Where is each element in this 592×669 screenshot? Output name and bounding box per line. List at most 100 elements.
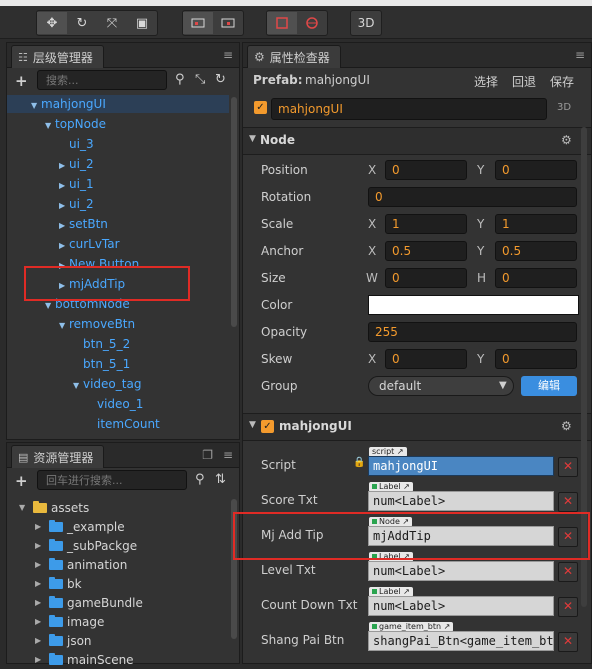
hierarchy-node-item[interactable]: ▼ mahjongUI xyxy=(7,95,229,113)
expand-triangle-icon[interactable]: ▼ xyxy=(45,117,55,135)
asset-folder-item[interactable]: ▶ image xyxy=(35,613,104,631)
hierarchy-node-item[interactable]: ▶ setBtn xyxy=(59,215,108,233)
collapse-triangle-icon[interactable]: ▶ xyxy=(59,237,69,255)
hierarchy-search-input[interactable]: 搜索... xyxy=(37,70,167,90)
expand-triangle-icon[interactable]: ▼ xyxy=(73,377,83,395)
node-section-header[interactable]: ▼ Node ⚙ xyxy=(243,127,591,155)
hierarchy-node-item[interactable]: ▼ topNode xyxy=(45,115,106,133)
search-icon[interactable]: ⚲ xyxy=(195,472,205,487)
inspector-tab[interactable]: ⚙ 属性检查器 xyxy=(247,45,341,68)
frame-icon[interactable] xyxy=(267,12,297,34)
rect-tool-icon[interactable]: ▣ xyxy=(127,12,157,34)
hierarchy-node-item[interactable]: ▼ removeBtn xyxy=(59,315,135,333)
skew-x-field[interactable]: 0 xyxy=(385,349,467,369)
assets-menu-icon[interactable]: ≡ xyxy=(223,448,233,462)
collapse-triangle-icon[interactable]: ▶ xyxy=(35,632,45,650)
component-section-header[interactable]: ▼ ✓ mahjongUI ⚙ xyxy=(243,413,591,441)
hierarchy-node-item[interactable]: ▶ ui_2 xyxy=(59,155,94,173)
score-txt-clear-icon[interactable]: ✕ xyxy=(558,492,578,512)
hierarchy-menu-icon[interactable]: ≡ xyxy=(223,48,233,62)
node-settings-gear-icon[interactable]: ⚙ xyxy=(561,133,572,147)
hierarchy-node-item[interactable]: ▶ ui_2 xyxy=(59,195,94,213)
move-tool-icon[interactable]: ✥ xyxy=(37,12,67,34)
asset-folder-item[interactable]: ▶ _subPackge xyxy=(35,537,137,555)
hierarchy-node-item[interactable]: video_1 xyxy=(87,395,143,413)
component-enabled-checkbox[interactable]: ✓ xyxy=(261,420,274,433)
hierarchy-node-item[interactable]: itemCount xyxy=(87,415,160,433)
skew-y-field[interactable]: 0 xyxy=(495,349,577,369)
scale-x-field[interactable]: 1 xyxy=(385,214,467,234)
assets-popout-icon[interactable]: ❐ xyxy=(202,448,213,462)
component-settings-gear-icon[interactable]: ⚙ xyxy=(561,419,572,433)
level-txt-field[interactable]: num<Label> xyxy=(368,561,554,581)
collapse-triangle-icon[interactable]: ▶ xyxy=(35,594,45,612)
color-swatch[interactable] xyxy=(368,295,579,315)
size-w-field[interactable]: 0 xyxy=(385,268,467,288)
hierarchy-node-item[interactable]: ▶ ui_1 xyxy=(59,175,94,193)
asset-folder-item[interactable]: ▶ _example xyxy=(35,518,125,536)
collapse-triangle-icon[interactable]: ▶ xyxy=(35,613,45,631)
add-node-icon[interactable]: + xyxy=(15,72,28,90)
asset-folder-item[interactable]: ▼ assets xyxy=(19,499,89,517)
hierarchy-node-item[interactable]: ▼ video_tag xyxy=(73,375,141,393)
hierarchy-node-item[interactable]: ui_3 xyxy=(59,135,94,153)
sort-icon[interactable]: ⇅ xyxy=(215,472,226,487)
position-x-field[interactable]: 0 xyxy=(385,160,467,180)
hierarchy-scrollbar[interactable] xyxy=(231,97,237,327)
rotation-field[interactable]: 0 xyxy=(368,187,577,207)
collapse-triangle-icon[interactable]: ▶ xyxy=(59,157,69,175)
position-y-field[interactable]: 0 xyxy=(495,160,577,180)
level-txt-clear-icon[interactable]: ✕ xyxy=(558,562,578,582)
globe-icon[interactable] xyxy=(297,12,327,34)
prefab-save-button[interactable]: 保存 xyxy=(550,73,574,90)
script-clear-icon[interactable]: ✕ xyxy=(558,457,578,477)
hierarchy-node-item[interactable]: btn_5_1 xyxy=(73,355,130,373)
collapse-triangle-icon[interactable]: ▶ xyxy=(35,556,45,574)
group-select[interactable]: default ▼ xyxy=(368,376,514,396)
hierarchy-node-item[interactable]: ▶ curLvTar xyxy=(59,235,120,253)
scale-tool-icon[interactable]: ⤧ xyxy=(97,12,127,34)
search-icon[interactable]: ⚲ xyxy=(175,72,185,87)
refresh-icon[interactable]: ↻ xyxy=(215,72,226,87)
count-down-txt-clear-icon[interactable]: ✕ xyxy=(558,597,578,617)
collapse-triangle-icon[interactable]: ▶ xyxy=(35,537,45,555)
asset-folder-item[interactable]: ▶ animation xyxy=(35,556,127,574)
inspector-menu-icon[interactable]: ≡ xyxy=(575,48,585,62)
expand-triangle-icon[interactable]: ▼ xyxy=(31,97,41,115)
asset-folder-item[interactable]: ▶ mainScene xyxy=(35,651,134,669)
collapse-triangle-icon[interactable]: ▶ xyxy=(35,518,45,536)
score-txt-field[interactable]: num<Label> xyxy=(368,491,554,511)
node-name-field[interactable]: mahjongUI xyxy=(271,98,547,120)
asset-folder-item[interactable]: ▶ gameBundle xyxy=(35,594,143,612)
hierarchy-node-item[interactable]: btn_5_2 xyxy=(73,335,130,353)
prefab-revert-button[interactable]: 回退 xyxy=(512,73,536,90)
collapse-triangle-icon[interactable]: ▶ xyxy=(35,651,45,669)
assets-tab[interactable]: ▤ 资源管理器 xyxy=(11,445,105,468)
assets-search-input[interactable]: 回车进行搜索... xyxy=(37,470,187,490)
pivot-mode-icon[interactable] xyxy=(213,12,243,34)
script-asset-field[interactable]: mahjongUI xyxy=(368,456,554,476)
expand-triangle-icon[interactable]: ▼ xyxy=(59,317,69,335)
collapse-triangle-icon[interactable]: ▶ xyxy=(35,575,45,593)
add-asset-icon[interactable]: + xyxy=(15,472,28,490)
expand-triangle-icon[interactable]: ▼ xyxy=(19,499,29,517)
prefab-select-button[interactable]: 选择 xyxy=(474,73,498,90)
badge-3d[interactable]: 3D xyxy=(557,102,571,113)
count-down-txt-field[interactable]: num<Label> xyxy=(368,596,554,616)
mode-3d-button[interactable]: 3D xyxy=(350,10,382,36)
local-mode-icon[interactable] xyxy=(183,12,213,34)
node-active-checkbox[interactable]: ✓ xyxy=(254,101,267,114)
shang-pai-btn-clear-icon[interactable]: ✕ xyxy=(558,632,578,652)
asset-folder-item[interactable]: ▶ json xyxy=(35,632,92,650)
collapse-triangle-icon[interactable]: ▶ xyxy=(59,177,69,195)
opacity-field[interactable]: 255 xyxy=(368,322,577,342)
rotate-tool-icon[interactable]: ↻ xyxy=(67,12,97,34)
group-edit-button[interactable]: 编辑 xyxy=(521,376,577,396)
size-h-field[interactable]: 0 xyxy=(495,268,577,288)
anchor-x-field[interactable]: 0.5 xyxy=(385,241,467,261)
asset-folder-item[interactable]: ▶ bk xyxy=(35,575,82,593)
shang-pai-btn-field[interactable]: shangPai_Btn<game_item_btn> xyxy=(368,631,554,651)
hierarchy-tab[interactable]: ☷ 层级管理器 xyxy=(11,45,104,68)
collapse-triangle-icon[interactable]: ▶ xyxy=(59,197,69,215)
anchor-y-field[interactable]: 0.5 xyxy=(495,241,577,261)
